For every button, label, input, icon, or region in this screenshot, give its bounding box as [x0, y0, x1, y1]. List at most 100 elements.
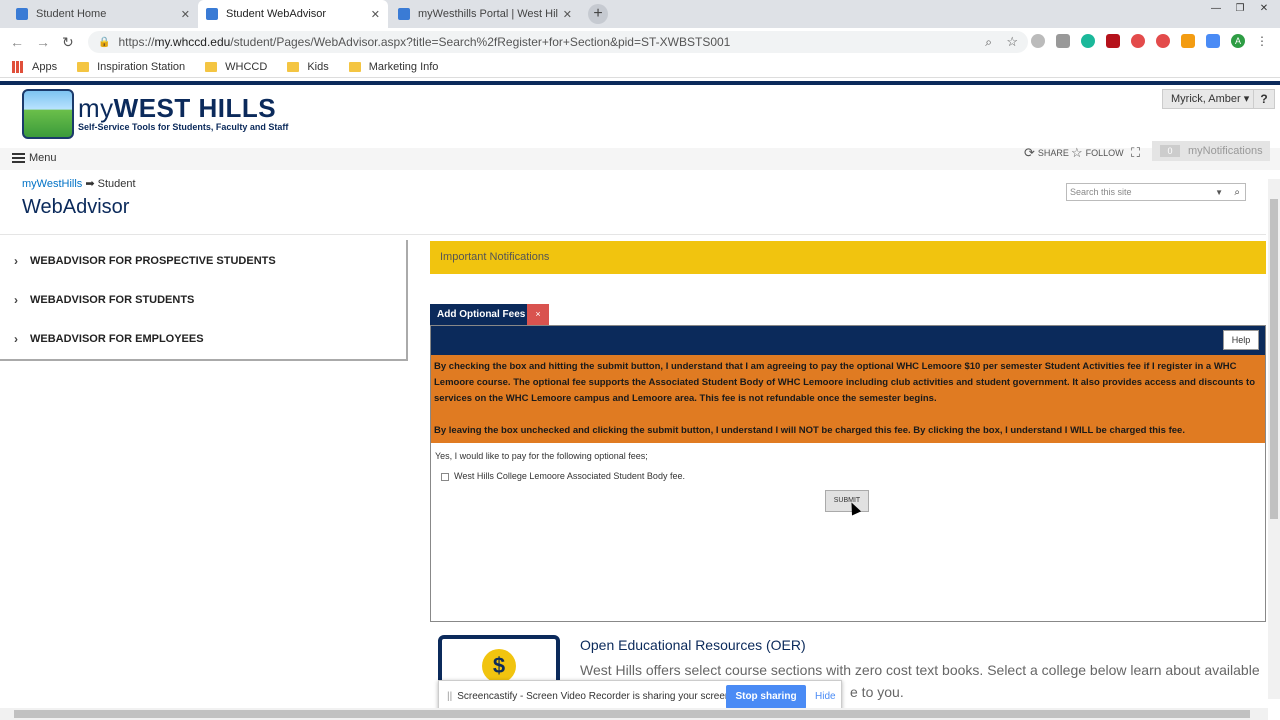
nav-item-label: WEBADVISOR FOR PROSPECTIVE STUDENTS — [30, 255, 276, 267]
help-button[interactable]: Help — [1223, 330, 1259, 350]
logo-my: my — [78, 93, 114, 123]
extension-icon[interactable] — [1081, 34, 1095, 48]
address-bar[interactable]: 🔒 https:// my.whccd.edu /student/Pages/W… — [88, 31, 1028, 53]
tab-label: Student WebAdvisor — [226, 8, 327, 20]
oer-text-line: West Hills offers select course sections… — [580, 662, 1260, 678]
nav-item-employees[interactable]: › WEBADVISOR FOR EMPLOYEES — [14, 332, 204, 346]
breadcrumb-current[interactable]: Student — [98, 178, 136, 190]
star-icon[interactable]: ☆ — [1006, 34, 1018, 50]
close-icon[interactable]: ✕ — [371, 8, 380, 21]
bookmark-kids[interactable]: Kids — [287, 60, 329, 73]
lock-icon: 🔒 — [98, 36, 111, 48]
breadcrumb-root-link[interactable]: myWestHills — [22, 178, 82, 190]
extension-icon[interactable] — [1156, 34, 1170, 48]
back-icon[interactable]: ← — [10, 34, 24, 50]
close-window-icon[interactable]: ✕ — [1254, 2, 1274, 16]
menu-label: Menu — [29, 152, 57, 164]
forward-icon[interactable]: → — [36, 34, 50, 50]
nav-item-prospective-students[interactable]: › WEBADVISOR FOR PROSPECTIVE STUDENTS — [14, 254, 276, 268]
search-icon[interactable]: ⌕ — [1234, 187, 1240, 198]
help-button[interactable]: ? — [1253, 89, 1275, 109]
extension-icon[interactable] — [1206, 34, 1220, 48]
more-menu-icon[interactable]: ⋮ — [1256, 34, 1270, 48]
notification-count-badge: 0 — [1160, 145, 1180, 157]
chevron-right-icon: › — [14, 293, 18, 307]
url-host: my.whccd.edu — [154, 35, 231, 49]
scrollbar-thumb[interactable] — [1270, 199, 1278, 519]
extension-icon[interactable] — [1181, 34, 1195, 48]
top-accent-bar — [0, 81, 1280, 85]
profile-avatar[interactable]: A — [1231, 34, 1245, 48]
notifications-button[interactable]: 0 myNotifications — [1152, 141, 1270, 161]
horizontal-scrollbar[interactable] — [0, 708, 1268, 720]
new-tab-button[interactable]: + — [588, 4, 608, 24]
chevron-down-icon[interactable]: ▼ — [1215, 188, 1223, 197]
page-content: myWEST HILLS Self-Service Tools for Stud… — [0, 79, 1280, 720]
user-name: Myrick, Amber — [1171, 93, 1241, 105]
bookmark-inspiration-station[interactable]: Inspiration Station — [77, 61, 185, 73]
site-logo-text[interactable]: myWEST HILLS Self-Service Tools for Stud… — [78, 93, 288, 132]
browser-tab-student-webadvisor[interactable]: Student WebAdvisor ✕ — [198, 0, 388, 28]
restore-icon[interactable]: ❐ — [1230, 2, 1250, 16]
optional-fees-panel: Help By checking the box and hitting the… — [430, 325, 1266, 622]
tab-add-optional-fees[interactable]: Add Optional Fees — [430, 304, 527, 325]
minimize-icon[interactable]: — — [1206, 2, 1226, 16]
tab-label: myWesthills Portal | West Hills Co — [418, 8, 558, 20]
browser-tab-student-home[interactable]: Student Home ✕ — [8, 0, 198, 28]
asb-fee-checkbox[interactable] — [441, 473, 449, 481]
chevron-right-icon: › — [14, 332, 18, 346]
extension-icon[interactable] — [1031, 34, 1045, 48]
logo-tagline: Self-Service Tools for Students, Faculty… — [78, 122, 289, 132]
share-button[interactable]: ⟳ SHARE — [1024, 145, 1069, 161]
site-search-input[interactable]: Search this site ▼ ⌕ — [1066, 183, 1246, 201]
scrollbar-thumb[interactable] — [14, 710, 1250, 718]
page-title: WebAdvisor — [22, 196, 130, 218]
fee-prompt: Yes, I would like to pay for the followi… — [435, 451, 648, 461]
fullscreen-icon: ⛶ — [1131, 145, 1141, 160]
fee-notice-paragraph: By checking the box and hitting the subm… — [434, 361, 1255, 404]
focus-content-button[interactable]: ⛶ — [1131, 145, 1143, 161]
zoom-icon[interactable]: ⌕ — [985, 35, 992, 50]
reload-icon[interactable]: ↻ — [62, 34, 74, 51]
extension-icon[interactable] — [1131, 34, 1145, 48]
bookmark-apps[interactable]: Apps — [12, 60, 57, 73]
chevron-right-icon: › — [14, 254, 18, 268]
close-icon[interactable]: ✕ — [181, 8, 190, 21]
extension-icons: A ⋮ — [1031, 34, 1270, 48]
site-favicon-icon — [206, 8, 218, 20]
bookmark-whccd[interactable]: WHCCD — [205, 61, 267, 73]
acrobat-icon[interactable] — [1106, 34, 1120, 48]
close-icon[interactable]: ✕ — [563, 8, 572, 21]
follow-label: FOLLOW — [1085, 148, 1124, 158]
vertical-scrollbar[interactable] — [1268, 179, 1280, 699]
submit-button[interactable]: SUBMIT — [825, 490, 869, 512]
bookmark-label: WHCCD — [225, 60, 268, 73]
nav-item-students[interactable]: › WEBADVISOR FOR STUDENTS — [14, 293, 194, 307]
nav-item-label: WEBADVISOR FOR STUDENTS — [30, 294, 195, 306]
site-favicon-icon — [16, 8, 28, 20]
bookmark-marketing-info[interactable]: Marketing Info — [348, 61, 438, 73]
hide-link[interactable]: Hide — [815, 691, 836, 702]
dollar-coin-icon: $ — [482, 649, 516, 683]
user-menu[interactable]: Myrick, Amber ▾ — [1162, 89, 1259, 109]
stop-sharing-button[interactable]: Stop sharing — [726, 685, 806, 709]
west-hills-logo-icon[interactable] — [22, 89, 74, 139]
extension-icon[interactable] — [1056, 34, 1070, 48]
close-tab-button[interactable]: × — [527, 304, 549, 325]
hamburger-icon — [12, 153, 25, 163]
oer-title: Open Educational Resources (OER) — [580, 637, 806, 653]
drag-handle-icon[interactable]: || — [447, 691, 452, 702]
bookmark-label: Kids — [307, 60, 329, 73]
fee-notice-paragraph: By leaving the box unchecked and clickin… — [434, 425, 1185, 436]
asb-fee-checkbox-label[interactable]: West Hills College Lemoore Associated St… — [454, 471, 685, 481]
nav-item-label: WEBADVISOR FOR EMPLOYEES — [30, 333, 204, 345]
breadcrumb: myWestHills ➡ Student — [22, 177, 136, 190]
follow-button[interactable]: ☆ FOLLOW — [1071, 145, 1124, 161]
folder-icon — [77, 61, 90, 72]
important-notifications-bar[interactable]: Important Notifications — [430, 241, 1266, 274]
notifications-label: myNotifications — [1188, 145, 1263, 157]
menu-button[interactable]: Menu — [12, 152, 57, 164]
browser-tab-mywesthills-portal[interactable]: myWesthills Portal | West Hills Co ✕ — [390, 0, 580, 28]
folder-icon — [348, 61, 361, 72]
bookmarks-bar: Apps Inspiration Station WHCCD Kids Mark… — [0, 56, 1280, 78]
